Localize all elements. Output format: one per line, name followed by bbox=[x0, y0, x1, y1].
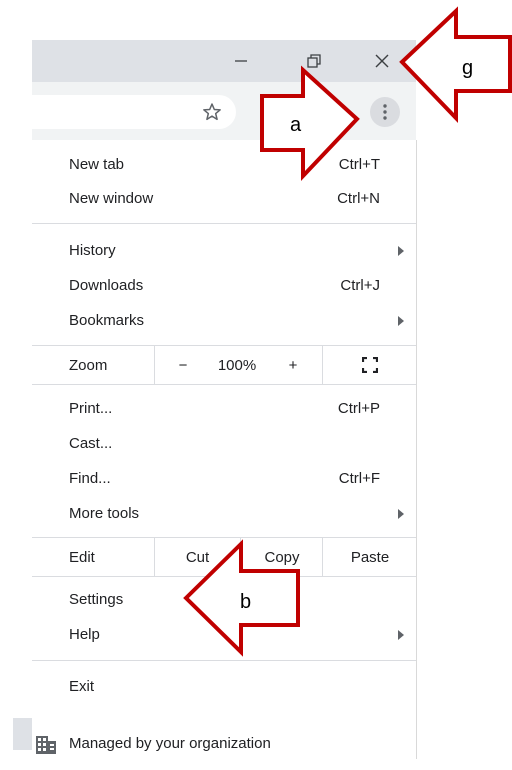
annotation-arrow-a bbox=[260, 65, 360, 182]
annotation-label-g: g bbox=[462, 57, 474, 79]
annotation-arrow-g bbox=[399, 6, 512, 123]
annotation-overlay bbox=[183, 6, 512, 657]
annotation-label-b: b bbox=[240, 591, 252, 613]
annotation-label-a: a bbox=[290, 114, 302, 136]
